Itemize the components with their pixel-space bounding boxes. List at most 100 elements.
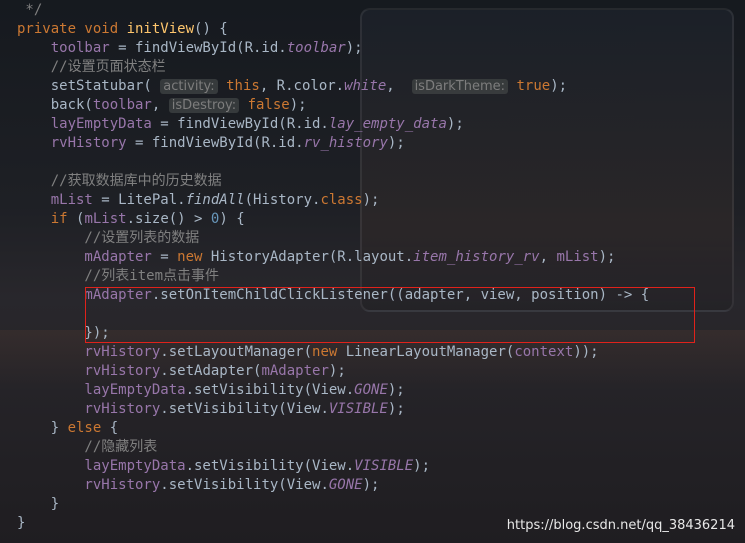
code-token: .size() > [126,211,211,227]
code-line[interactable]: } [17,514,25,533]
code-line[interactable]: layEmptyData.setVisibility(View.GONE); [17,381,405,400]
code-token: , R.color. [259,78,345,94]
code-token: mList [17,192,93,208]
code-token: //列表item点击事件 [17,268,220,284]
code-line[interactable]: back(toolbar, isDestroy: false); [17,96,307,115]
code-token: .setVisibility(View. [160,477,329,493]
code-token: rvHistory [17,477,161,493]
code-line[interactable]: mList = LitePal.findAll(History.class); [17,191,380,210]
parameter-hint: isDarkTheme: [411,79,509,94]
code-token: ); [289,97,307,113]
code-token: back( [17,97,93,113]
code-line[interactable]: //隐藏列表 [17,438,157,457]
code-token: ); [550,78,568,94]
code-token: .setVisibility(View. [160,401,329,417]
code-token: = [151,249,178,265]
code-line[interactable]: rvHistory.setVisibility(View.VISIBLE); [17,400,404,419]
code-area[interactable]: */ private void initView() { toolbar = fi… [0,0,745,543]
code-token: , [386,78,412,94]
code-line[interactable]: if (mList.size() > 0) { [17,210,245,229]
code-token: ) { [219,211,245,227]
code-token: rv_history [303,135,388,151]
code-token: mAdapter [17,249,152,265]
code-token: (History. [244,192,321,208]
code-token: if [17,211,77,227]
code-token: VISIBLE [354,458,414,474]
code-line[interactable]: } else { [17,419,118,438]
code-token: = findViewById(R.id. [151,116,329,132]
code-token: //设置列表的数据 [17,230,200,246]
code-editor[interactable]: */ private void initView() { toolbar = fi… [0,0,745,543]
code-token: rvHistory [17,363,161,379]
code-token: ); [328,363,346,379]
code-line[interactable]: } [17,495,59,514]
code-token: //隐藏列表 [17,439,158,455]
code-token: } [17,420,68,436]
code-token: = findViewById(R.id. [109,40,287,56]
code-line[interactable]: rvHistory.setLayoutManager(new LinearLay… [17,343,599,362]
parameter-hint: activity: [160,79,218,94]
code-token: } [17,515,26,531]
code-token: false [239,97,290,113]
code-token: class [320,192,363,208]
code-token: HistoryAdapter(R.layout. [210,249,414,265]
code-token: .setAdapter( [160,363,262,379]
code-line[interactable]: //获取数据库中的历史数据 [17,172,222,191]
code-line[interactable]: //列表item点击事件 [17,267,219,286]
code-token: LinearLayoutManager( [345,344,515,360]
code-line[interactable]: //设置页面状态栏 [17,58,166,77]
code-token: .setVisibility(View. [185,458,355,474]
code-token: item_history_rv [413,249,540,265]
code-token: { [109,420,119,436]
code-token: , [151,97,169,113]
code-token: //获取数据库中的历史数据 [17,173,222,189]
code-token: VISIBLE [328,401,388,417]
code-line[interactable]: layEmptyData.setVisibility(View.VISIBLE)… [17,457,430,476]
code-token: = LitePal. [92,192,186,208]
code-line[interactable]: toolbar = findViewById(R.id.toolbar); [17,39,363,58]
code-token: layEmptyData [17,116,152,132]
code-token: toolbar [286,40,346,56]
code-token: rvHistory [17,135,127,151]
code-token: .setVisibility(View. [185,382,355,398]
code-line[interactable]: layEmptyData = findViewById(R.id.lay_emp… [17,115,464,134]
code-token: //设置页面状态栏 [17,59,166,75]
code-token: ); [345,40,363,56]
code-line[interactable]: */ [17,1,42,20]
code-token: mList [84,211,127,227]
code-token: , [539,249,557,265]
code-line[interactable]: rvHistory.setVisibility(View.GONE); [17,476,379,495]
code-token: else [67,420,110,436]
code-token: new [177,249,211,265]
code-line[interactable]: private void initView() { [17,20,228,39]
code-line[interactable]: rvHistory = findViewById(R.id.rv_history… [17,134,405,153]
code-token: GONE [354,382,388,398]
code-token: this [217,78,260,94]
code-token: white [344,78,387,94]
code-token: */ [17,2,43,18]
parameter-hint: isDestroy: [168,98,240,113]
code-token: context [514,344,574,360]
code-token: toolbar [17,40,110,56]
code-token: layEmptyData [17,382,186,398]
code-line[interactable]: setStatubar( activity: this, R.color.whi… [17,77,567,96]
code-token: lay_empty_data [328,116,447,132]
code-line[interactable]: mAdapter = new HistoryAdapter(R.layout.i… [17,248,615,267]
code-token: layEmptyData [17,458,186,474]
watermark: https://blog.csdn.net/qq_38436214 [506,518,735,533]
code-line[interactable]: //设置列表的数据 [17,229,199,248]
code-token: private void [17,21,127,37]
code-token: ); [387,382,405,398]
code-token: ); [598,249,616,265]
code-token: )); [573,344,599,360]
code-token: initView [126,21,195,37]
code-token: true [508,78,551,94]
code-token: = findViewById(R.id. [126,135,304,151]
code-line[interactable]: rvHistory.setAdapter(mAdapter); [17,362,346,381]
code-token: mAdapter [261,363,329,379]
code-token: new [312,344,346,360]
code-token: findAll [185,192,245,208]
code-token: .setLayoutManager( [160,344,313,360]
code-token: ); [362,477,380,493]
code-token: rvHistory [17,344,161,360]
